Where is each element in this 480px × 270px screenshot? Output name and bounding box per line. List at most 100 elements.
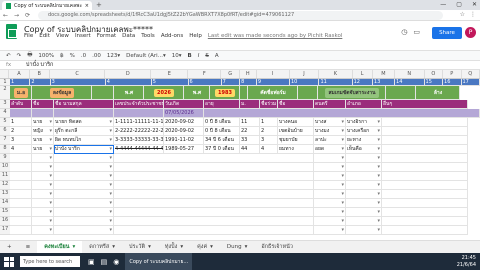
cell[interactable]: 1: [10, 79, 31, 86]
clear-button[interactable]: ล้าง: [416, 86, 460, 100]
cell[interactable]: 1-1111-11111-11-1: [114, 118, 164, 127]
dropdown-icon[interactable]: ▾: [377, 146, 380, 152]
cell[interactable]: [10, 190, 32, 199]
cell[interactable]: 34 ปี 6 เดือน: [204, 136, 240, 145]
table-row[interactable]: ▾ ▾ ▾ ▾: [10, 226, 480, 235]
cell[interactable]: 4: [105, 79, 152, 86]
cell-dropdown[interactable]: นาย ▾: [32, 118, 54, 127]
cell[interactable]: [10, 163, 32, 172]
cell-dropdown[interactable]: ▾: [346, 154, 382, 163]
cell[interactable]: 2: [260, 127, 278, 136]
cell[interactable]: [92, 86, 114, 100]
cell-dropdown[interactable]: ▾: [314, 190, 346, 199]
browser-tab[interactable]: Copy of ระบบคลิปกมายเคลพะ ×: [2, 1, 92, 10]
cell-dropdown[interactable]: ▾: [54, 172, 114, 181]
column-header[interactable]: N: [395, 70, 425, 78]
dropdown-icon[interactable]: ▾: [49, 119, 52, 125]
dropdown-icon[interactable]: ▾: [109, 128, 112, 134]
dropdown-icon[interactable]: ▾: [109, 155, 112, 161]
header-cell[interactable]: ลำดับ: [10, 100, 32, 109]
dropdown-icon[interactable]: ▾: [341, 218, 344, 224]
dropdown-icon[interactable]: ▾: [377, 227, 380, 233]
header-cell[interactable]: อายุ: [204, 100, 240, 109]
dropdown-icon[interactable]: ▾: [49, 191, 52, 197]
cell-dropdown[interactable]: ▾: [32, 199, 54, 208]
taskbar-app-chrome[interactable]: Copy of ระบบคลิปกมาย...: [125, 253, 193, 270]
dropdown-icon[interactable]: ▾: [49, 209, 52, 215]
cell[interactable]: 10: [289, 79, 320, 86]
cell[interactable]: 12: [352, 79, 373, 86]
dropdown-icon[interactable]: ▾: [49, 128, 52, 134]
header-cell[interactable]: ดนตรี: [314, 100, 346, 109]
dropdown-icon[interactable]: ▾: [49, 173, 52, 179]
column-header[interactable]: A: [9, 70, 30, 78]
font-size-select[interactable]: 10▾: [172, 53, 182, 59]
cell-dropdown[interactable]: ▾: [32, 217, 54, 226]
cell-dropdown[interactable]: ▾: [32, 163, 54, 172]
menu-format[interactable]: Format: [97, 33, 116, 39]
today-date-cell[interactable]: 07/05/2026: [164, 109, 204, 118]
menu-edit[interactable]: Edit: [39, 33, 50, 39]
dropdown-icon[interactable]: ▾: [109, 182, 112, 188]
dropdown-icon[interactable]: ▾: [377, 119, 380, 125]
row-number[interactable]: 2: [0, 86, 10, 100]
dropdown-icon[interactable]: ▾: [49, 200, 52, 206]
cell-dropdown[interactable]: ลาปะ ▾: [314, 136, 346, 145]
cell[interactable]: 11: [240, 118, 260, 127]
cell[interactable]: [382, 208, 468, 217]
cell[interactable]: [382, 118, 468, 127]
sheet-tab[interactable]: Dung ▾: [220, 241, 254, 254]
cell[interactable]: 1991-11-02: [164, 136, 204, 145]
cell[interactable]: 2: [10, 127, 32, 136]
dropdown-icon[interactable]: ▾: [109, 200, 112, 206]
cell[interactable]: [382, 163, 468, 172]
dropdown-icon[interactable]: ▾: [341, 128, 344, 134]
cell[interactable]: [382, 190, 468, 199]
cell-dropdown[interactable]: เห็นคือ ▾: [346, 145, 382, 154]
cell[interactable]: 4-4444-44444-44-4: [114, 145, 164, 154]
menu-file[interactable]: File: [24, 33, 33, 39]
windows-start-icon[interactable]: [4, 256, 14, 267]
dropdown-icon[interactable]: ▾: [109, 119, 112, 125]
header-cell[interactable]: อื่นๆ: [382, 100, 468, 109]
cell[interactable]: เขตอ้นบ้าย: [278, 127, 314, 136]
cell[interactable]: 7: [221, 79, 241, 86]
column-header[interactable]: O: [425, 70, 444, 78]
last-edit-link[interactable]: Last edit was made seconds ago by Pichit…: [208, 33, 343, 39]
currency-format-button[interactable]: ฿: [60, 53, 64, 59]
dropdown-icon[interactable]: ▾: [341, 137, 344, 143]
reload-icon[interactable]: ⟳: [25, 12, 30, 19]
cell-dropdown[interactable]: ▾: [54, 208, 114, 217]
cell-dropdown[interactable]: ผูรึก ตะกลี ▾: [54, 127, 114, 136]
dropdown-icon[interactable]: ▾: [341, 164, 344, 170]
submit-button[interactable]: สมเกมขัดจับสาระงาน: [318, 86, 386, 100]
cell[interactable]: [114, 181, 314, 190]
cell-dropdown[interactable]: ▾: [32, 226, 54, 235]
taskbar-clock[interactable]: 21:45 21/6/64: [457, 255, 476, 269]
dropdown-icon[interactable]: ▾: [341, 200, 344, 206]
cell[interactable]: 17: [461, 79, 480, 86]
cell[interactable]: 2-2222-22222-22-2: [114, 127, 164, 136]
cell-dropdown[interactable]: อยด ▾: [314, 145, 346, 154]
dropdown-icon[interactable]: ▾: [341, 155, 344, 161]
row-number[interactable]: 6: [0, 127, 10, 136]
sheet-tab[interactable]: ประวัติ ▾: [122, 241, 158, 254]
cell[interactable]: 2: [30, 79, 51, 86]
cell[interactable]: 37 ปี 0 เดือน: [204, 145, 240, 154]
cell-dropdown[interactable]: บางมง ▾: [314, 127, 346, 136]
sheet-tab[interactable]: คุ่งค่ ▾: [190, 241, 220, 254]
cell[interactable]: 15: [424, 79, 444, 86]
cell[interactable]: 4: [260, 145, 278, 154]
cell[interactable]: 1989-05-27: [164, 145, 204, 154]
chevron-down-icon[interactable]: ▾: [148, 244, 151, 250]
sheet-tab[interactable]: ทุ่งบ้ัง ▾: [158, 241, 190, 254]
table-row[interactable]: ▾ ▾ ▾ ▾: [10, 208, 480, 217]
task-view-icon[interactable]: ▣: [88, 258, 95, 266]
column-header[interactable]: P: [443, 70, 462, 78]
cell-dropdown[interactable]: ▾: [314, 172, 346, 181]
cell[interactable]: [114, 190, 314, 199]
undo-icon[interactable]: ↶: [6, 53, 11, 59]
cell[interactable]: บางคนอ: [278, 118, 314, 127]
italic-button[interactable]: I: [198, 53, 200, 59]
column-header[interactable]: M: [373, 70, 396, 78]
